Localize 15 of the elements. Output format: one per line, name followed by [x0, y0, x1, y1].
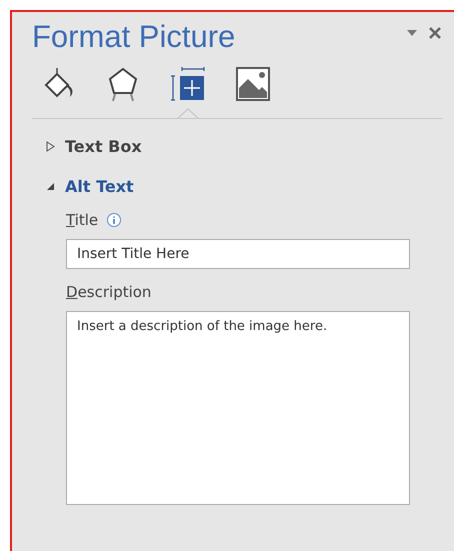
close-icon[interactable] [428, 26, 442, 40]
info-icon [106, 212, 122, 228]
dropdown-icon[interactable] [406, 29, 418, 37]
description-input[interactable]: Insert a description of the image here. [66, 311, 410, 505]
pane-title: Format Picture [32, 18, 236, 56]
size-position-icon [170, 66, 206, 102]
title-input[interactable]: Insert Title Here [66, 239, 410, 269]
image-icon [235, 66, 271, 102]
collapsed-arrow-icon [46, 140, 55, 152]
expanded-arrow-icon [46, 182, 55, 190]
section-header[interactable]: Text Box [46, 133, 454, 159]
tab[interactable] [170, 66, 206, 119]
title-label: Title [66, 210, 98, 231]
section-header[interactable]: Alt Text [46, 173, 454, 199]
description-label: Description [66, 282, 152, 303]
